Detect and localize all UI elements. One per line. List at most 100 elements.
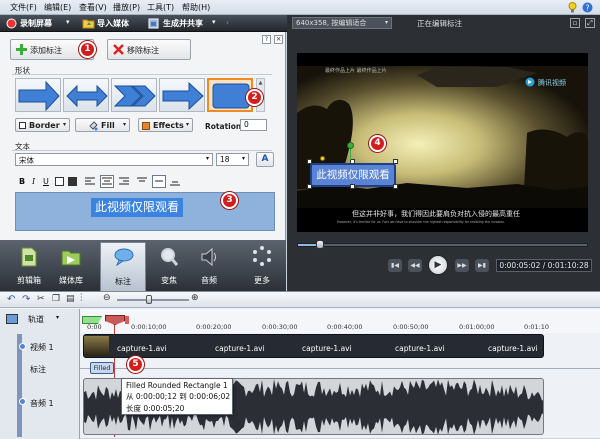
tab-zoom[interactable]: 变焦 (148, 242, 190, 290)
align-left-icon[interactable] (85, 177, 95, 186)
watermark-text: 腾讯视频 (538, 79, 566, 87)
detach-icon[interactable]: ▫ (570, 18, 580, 28)
underline-button[interactable]: U (43, 177, 49, 186)
zoom-out-icon[interactable]: ⊖ (103, 293, 111, 303)
tracks-dropdown-icon[interactable]: ▾ (56, 314, 59, 321)
zoom-slider[interactable] (117, 299, 189, 301)
add-callout-label: 添加标注 (30, 46, 62, 55)
produce-dropdown-icon[interactable]: ▾ (212, 18, 216, 26)
font-name-select[interactable]: 宋体 ▾ (15, 153, 213, 166)
tab-clip-bin[interactable]: 剪辑箱 (8, 242, 50, 290)
remove-icon (113, 44, 124, 55)
align-right-icon[interactable] (119, 177, 129, 186)
tracks-button[interactable]: 轨道 (28, 314, 44, 325)
toolbar-overflow-icon[interactable]: ‹ (226, 18, 229, 27)
ruler-tick: 0:00 (87, 323, 102, 331)
redo-icon[interactable]: ↷ (22, 294, 30, 305)
record-screen-button[interactable]: 录制屏幕 (20, 18, 52, 29)
ruler-tick: 0:00:30;00 (262, 323, 298, 331)
seek-bar[interactable] (297, 240, 588, 249)
tab-audio-label: 音频 (201, 276, 217, 285)
callout-clip[interactable]: Filled (90, 362, 114, 374)
clip-thumbnail (84, 336, 109, 356)
highlight-color-icon[interactable] (68, 177, 77, 186)
skip-end-button[interactable]: ▶▮ (475, 259, 489, 272)
align-center-icon[interactable] (100, 175, 114, 188)
remove-callout-button[interactable]: 移除标注 (107, 39, 191, 60)
menu-help[interactable]: 帮助(H) (182, 2, 210, 13)
zoom-in-icon[interactable]: ⊕ (191, 293, 199, 303)
menu-view[interactable]: 查看(V) (79, 2, 107, 13)
shape-arrow-double[interactable] (63, 78, 109, 112)
ruler-tick: 0:01:00;00 (459, 323, 495, 331)
time-display: 0:00:05:02 / 0:01:10:28 (496, 259, 592, 272)
video-canvas[interactable]: 最终作品上片 最终作品上片 腾讯视频 但这并非好事，我们得因此要肩负对抗入侵的最… (297, 53, 588, 232)
divider (80, 368, 600, 369)
preview-status-text: 正在编辑标注 (417, 19, 462, 28)
skip-start-button[interactable]: ▮◀ (388, 259, 402, 272)
border-button[interactable]: Border ▾ (15, 118, 70, 132)
seek-bar-thumb[interactable] (316, 240, 324, 249)
menu-play[interactable]: 播放(P) (113, 2, 140, 13)
border-icon (19, 122, 26, 129)
record-dropdown-icon[interactable]: ▾ (66, 18, 70, 26)
preview-size-select[interactable]: 640x358, 按编辑适合 ▾ (292, 17, 392, 29)
speaker-icon (200, 247, 218, 267)
resize-handle[interactable] (307, 159, 312, 164)
tab-audio[interactable]: 音频 (188, 242, 230, 290)
paste-icon[interactable]: ▤ (66, 294, 75, 304)
resize-handle[interactable] (393, 184, 398, 189)
font-size-select[interactable]: 18 ▾ (216, 153, 249, 166)
italic-button[interactable]: I (32, 177, 35, 186)
callout-text-selection: 此视频仅限观看 (91, 198, 184, 217)
help-icon[interactable]: ? (582, 2, 593, 13)
shape-arrow-chevron[interactable] (111, 78, 157, 112)
selection-end-marker[interactable] (125, 316, 129, 324)
fast-forward-button[interactable]: ▶▶ (455, 259, 469, 272)
rotation-input[interactable]: 0 (240, 119, 267, 131)
fullscreen-icon[interactable]: ⤢ (585, 18, 595, 28)
callout-tail-handle[interactable] (320, 156, 325, 161)
subtitle-chinese: 但这并非好事，我们得因此要肩负对抗入侵的最高重任 (352, 210, 520, 218)
produce-share-button[interactable]: 生成并共享 (163, 18, 203, 29)
tab-callouts-active[interactable]: 标注 (100, 242, 146, 291)
fill-button[interactable]: Fill ▾ (75, 118, 130, 132)
shape-arrow-wide[interactable] (159, 78, 205, 112)
copy-icon[interactable]: ❐ (52, 294, 60, 304)
panel-close-icon[interactable]: × (274, 35, 283, 44)
tab-callouts-label: 标注 (115, 277, 131, 286)
import-media-button[interactable]: 导入媒体 (97, 18, 129, 29)
panel-help-icon[interactable]: ? (262, 35, 271, 44)
valign-middle-icon[interactable] (152, 175, 166, 188)
rewind-button[interactable]: ◀◀ (408, 259, 422, 272)
effects-icon (142, 122, 150, 130)
menu-file[interactable]: 文件(F) (10, 2, 37, 13)
effects-label: Effects (153, 121, 184, 130)
split-icon[interactable]: ⫶ (80, 293, 83, 304)
effects-button[interactable]: Effects ▾ (138, 118, 193, 132)
shape-arrow-right[interactable] (15, 78, 61, 112)
valign-bottom-icon[interactable] (170, 177, 180, 186)
rotation-handle[interactable] (347, 142, 354, 149)
menu-edit[interactable]: 编辑(E) (44, 2, 71, 13)
timeline-toolbar: ↶ ↷ ✂ ❐ ▤ ⫶ ⊖ ⊕ (0, 292, 600, 308)
preview-pane: 640x358, 按编辑适合 ▾ 正在编辑标注 ▫ ⤢ 最终作品上片 最终作品上… (287, 15, 600, 291)
resize-handle[interactable] (350, 184, 355, 189)
lightbulb-icon[interactable] (568, 2, 577, 13)
play-button[interactable]: ▶ (428, 255, 448, 275)
menu-tools[interactable]: 工具(T) (147, 2, 174, 13)
font-color-button[interactable]: A (256, 152, 274, 167)
text-color-icon[interactable] (55, 177, 64, 186)
step-badge-1: 1 (79, 41, 96, 58)
cut-icon[interactable]: ✂ (37, 294, 45, 304)
bold-button[interactable]: B (19, 177, 25, 186)
clip-label: capture-1.avi (302, 344, 352, 353)
resize-handle[interactable] (307, 184, 312, 189)
tab-more[interactable]: 更多 (241, 242, 283, 290)
resize-handle[interactable] (393, 159, 398, 164)
valign-top-icon[interactable] (137, 177, 147, 186)
undo-icon[interactable]: ↶ (7, 294, 15, 305)
tab-zoom-label: 变焦 (161, 276, 177, 285)
tab-library[interactable]: 媒体库 (50, 242, 92, 290)
zoom-slider-thumb[interactable] (146, 295, 152, 304)
